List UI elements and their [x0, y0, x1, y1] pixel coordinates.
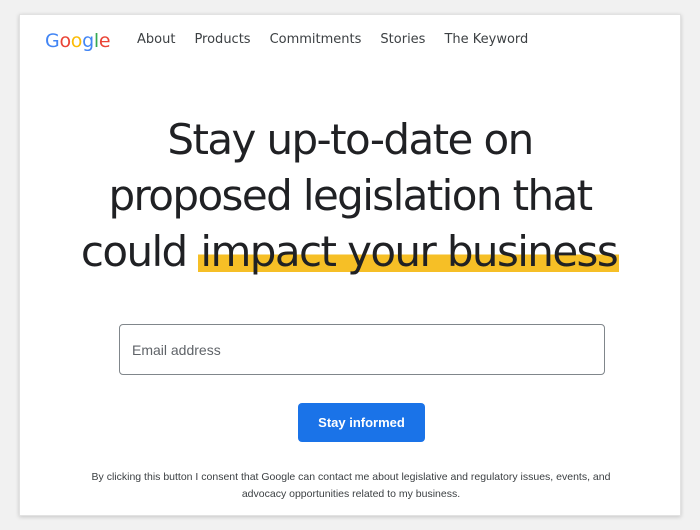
nav-link-the-keyword[interactable]: The Keyword [444, 32, 528, 48]
headline-line-3: could impact your business [20, 224, 680, 280]
headline-line-2: proposed legislation that [108, 171, 593, 220]
consent-text: By clicking this button I consent that G… [91, 471, 611, 500]
stay-informed-button[interactable]: Stay informed [298, 403, 425, 442]
top-nav: Google About Products Commitments Storie… [20, 15, 680, 67]
nav-link-about[interactable]: About [137, 32, 175, 48]
logo-letter: o [59, 30, 71, 52]
headline-highlight: impact your business [198, 227, 620, 276]
nav-links: About Products Commitments Stories The K… [137, 32, 547, 48]
headline-line-1: Stay up-to-date on [167, 115, 534, 164]
nav-link-commitments[interactable]: Commitments [270, 32, 362, 48]
logo-letter: g [82, 30, 94, 52]
hero-headline: Stay up-to-date on proposed legislation … [20, 112, 680, 280]
google-logo[interactable]: Google [45, 28, 111, 54]
headline-plain-text: could [80, 227, 188, 276]
signup-card: Google About Products Commitments Storie… [19, 14, 681, 516]
logo-letter: o [70, 30, 83, 52]
nav-link-products[interactable]: Products [194, 32, 250, 48]
logo-letter: e [98, 30, 111, 52]
nav-link-stories[interactable]: Stories [380, 32, 425, 48]
logo-letter: G [45, 30, 60, 52]
email-field [119, 324, 605, 375]
email-input[interactable] [120, 325, 604, 374]
